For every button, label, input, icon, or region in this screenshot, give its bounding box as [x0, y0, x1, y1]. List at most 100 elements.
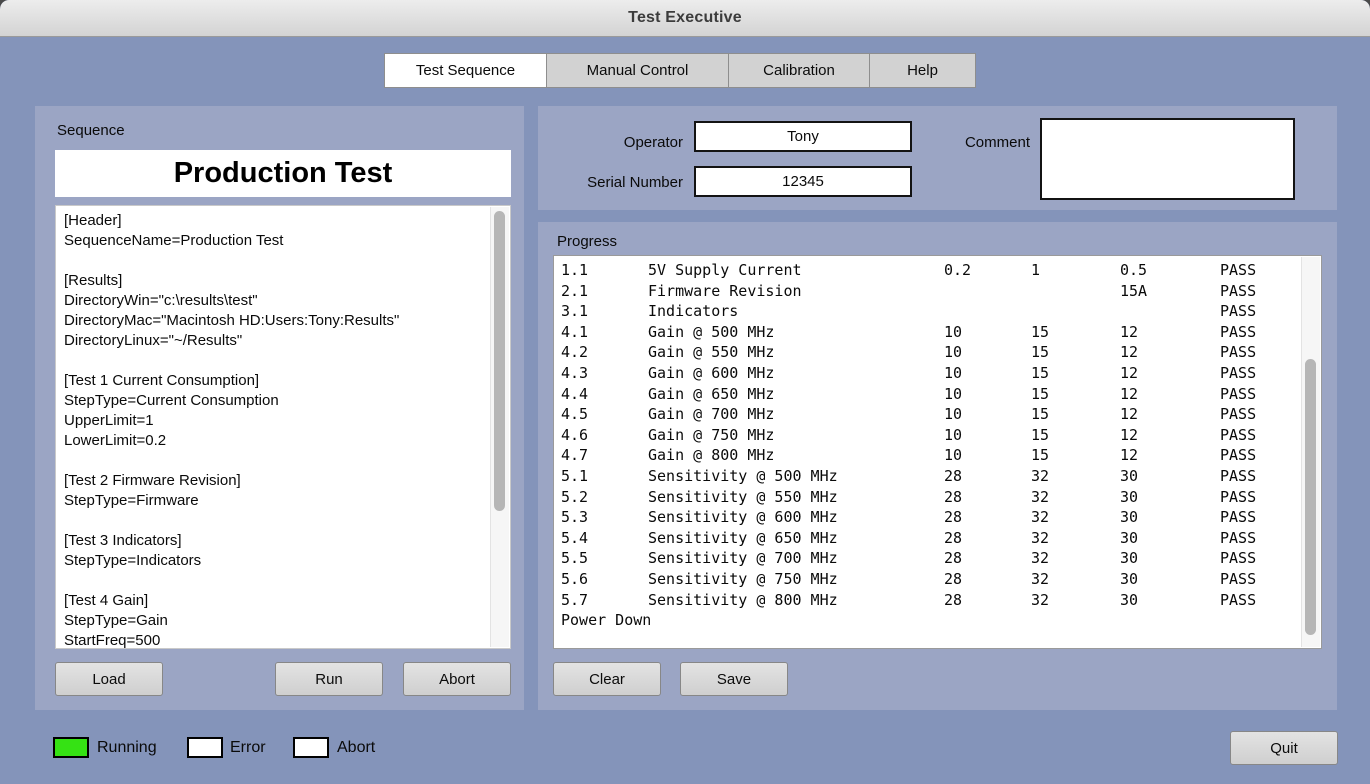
- progress-cell-high: 15: [1031, 425, 1120, 446]
- abort-indicator-label: Abort: [337, 739, 375, 757]
- progress-row: 5.7Sensitivity @ 800 MHz283230PASS: [561, 590, 1321, 611]
- app-window: Test Executive Test Sequence Manual Cont…: [0, 0, 1370, 784]
- progress-cell-measured: 0.5: [1120, 260, 1220, 281]
- progress-row: 2.1Firmware Revision15APASS: [561, 281, 1321, 302]
- progress-cell-name: Gain @ 500 MHz: [648, 322, 944, 343]
- progress-cell-measured: 12: [1120, 404, 1220, 425]
- progress-cell-measured: 30: [1120, 548, 1220, 569]
- progress-cell-step: 5.1: [561, 466, 648, 487]
- progress-cell-step: 5.4: [561, 528, 648, 549]
- sequence-title: Production Test: [174, 157, 393, 190]
- progress-cell-low: [944, 281, 1031, 302]
- save-button[interactable]: Save: [680, 662, 788, 696]
- sequence-scrollbar-thumb[interactable]: [494, 211, 505, 511]
- progress-cell-name: Gain @ 800 MHz: [648, 445, 944, 466]
- progress-cell-measured: 30: [1120, 487, 1220, 508]
- progress-row: 4.3Gain @ 600 MHz101512PASS: [561, 363, 1321, 384]
- progress-cell-step: 5.3: [561, 507, 648, 528]
- sequence-scrollbar[interactable]: [490, 207, 509, 647]
- progress-cell-low: 0.2: [944, 260, 1031, 281]
- serial-number-input[interactable]: 12345: [694, 166, 912, 197]
- progress-cell-measured: 12: [1120, 342, 1220, 363]
- progress-cell-step: 4.3: [561, 363, 648, 384]
- progress-cell-low: 28: [944, 466, 1031, 487]
- progress-cell-high: 32: [1031, 466, 1120, 487]
- quit-button[interactable]: Quit: [1230, 731, 1338, 765]
- comment-input[interactable]: [1040, 118, 1295, 200]
- tab-test-sequence[interactable]: Test Sequence: [384, 53, 547, 88]
- progress-cell-measured: 12: [1120, 384, 1220, 405]
- progress-cell-step: 1.1: [561, 260, 648, 281]
- progress-cell-step: 5.6: [561, 569, 648, 590]
- progress-cell-step: 3.1: [561, 301, 648, 322]
- progress-cell-measured: 30: [1120, 507, 1220, 528]
- window-title-bar[interactable]: Test Executive: [0, 0, 1370, 37]
- progress-cell-name: Sensitivity @ 650 MHz: [648, 528, 944, 549]
- progress-cell-low: 28: [944, 487, 1031, 508]
- progress-cell-name: Sensitivity @ 550 MHz: [648, 487, 944, 508]
- progress-cell-measured: [1120, 301, 1220, 322]
- serial-number-label: Serial Number: [538, 174, 683, 191]
- tab-calibration[interactable]: Calibration: [728, 53, 870, 88]
- progress-cell-name: Sensitivity @ 800 MHz: [648, 590, 944, 611]
- run-button[interactable]: Run: [275, 662, 383, 696]
- sequence-script-area[interactable]: [Header] SequenceName=Production Test [R…: [55, 205, 511, 649]
- progress-cell-step: 5.5: [561, 548, 648, 569]
- progress-cell-measured: 12: [1120, 445, 1220, 466]
- progress-cell-measured: 15A: [1120, 281, 1220, 302]
- progress-cell-low: 28: [944, 507, 1031, 528]
- progress-cell-step: 5.7: [561, 590, 648, 611]
- progress-cell-step: 4.1: [561, 322, 648, 343]
- progress-cell-name: Firmware Revision: [648, 281, 944, 302]
- load-button[interactable]: Load: [55, 662, 163, 696]
- progress-cell-name: Gain @ 700 MHz: [648, 404, 944, 425]
- progress-panel-label: Progress: [557, 233, 617, 250]
- error-indicator-label: Error: [230, 739, 266, 757]
- progress-scrollbar[interactable]: [1301, 257, 1320, 647]
- progress-row: 4.5Gain @ 700 MHz101512PASS: [561, 404, 1321, 425]
- progress-cell-step: 5.2: [561, 487, 648, 508]
- tab-help[interactable]: Help: [869, 53, 976, 88]
- progress-cell-high: 15: [1031, 363, 1120, 384]
- progress-cell-low: 28: [944, 590, 1031, 611]
- clear-button[interactable]: Clear: [553, 662, 661, 696]
- progress-cell-measured: 30: [1120, 569, 1220, 590]
- progress-cell-name: Sensitivity @ 700 MHz: [648, 548, 944, 569]
- progress-row: 4.6Gain @ 750 MHz101512PASS: [561, 425, 1321, 446]
- progress-cell-high: 1: [1031, 260, 1120, 281]
- progress-cell-low: 10: [944, 342, 1031, 363]
- progress-cell-step: 4.5: [561, 404, 648, 425]
- operator-input[interactable]: Tony: [694, 121, 912, 152]
- progress-cell-high: 32: [1031, 548, 1120, 569]
- progress-row: 5.6Sensitivity @ 750 MHz283230PASS: [561, 569, 1321, 590]
- progress-cell-low: 10: [944, 425, 1031, 446]
- error-indicator-led: [187, 737, 223, 758]
- progress-scrollbar-thumb[interactable]: [1305, 359, 1316, 635]
- progress-cell-name: Gain @ 650 MHz: [648, 384, 944, 405]
- progress-cell-name: Gain @ 750 MHz: [648, 425, 944, 446]
- running-indicator-label: Running: [97, 739, 157, 757]
- running-indicator-led: [53, 737, 89, 758]
- progress-cell-low: 10: [944, 445, 1031, 466]
- progress-cell-step: 2.1: [561, 281, 648, 302]
- tab-manual-control[interactable]: Manual Control: [546, 53, 729, 88]
- window-title: Test Executive: [628, 9, 742, 27]
- abort-indicator-led: [293, 737, 329, 758]
- progress-results-area[interactable]: 1.15V Supply Current0.210.5PASS2.1Firmwa…: [553, 255, 1322, 649]
- abort-button[interactable]: Abort: [403, 662, 511, 696]
- progress-cell-high: 32: [1031, 507, 1120, 528]
- progress-cell-low: 10: [944, 322, 1031, 343]
- progress-row: 4.7Gain @ 800 MHz101512PASS: [561, 445, 1321, 466]
- operator-label: Operator: [538, 134, 683, 151]
- progress-row: 4.1Gain @ 500 MHz101512PASS: [561, 322, 1321, 343]
- progress-cell-measured: 30: [1120, 466, 1220, 487]
- progress-cell-high: 32: [1031, 569, 1120, 590]
- progress-cell-measured: 30: [1120, 528, 1220, 549]
- progress-cell-name: Sensitivity @ 500 MHz: [648, 466, 944, 487]
- progress-cell-low: 28: [944, 548, 1031, 569]
- progress-cell-high: 15: [1031, 445, 1120, 466]
- progress-cell-step: 4.6: [561, 425, 648, 446]
- progress-row: 5.3Sensitivity @ 600 MHz283230PASS: [561, 507, 1321, 528]
- progress-cell-high: 15: [1031, 384, 1120, 405]
- progress-cell-high: 32: [1031, 590, 1120, 611]
